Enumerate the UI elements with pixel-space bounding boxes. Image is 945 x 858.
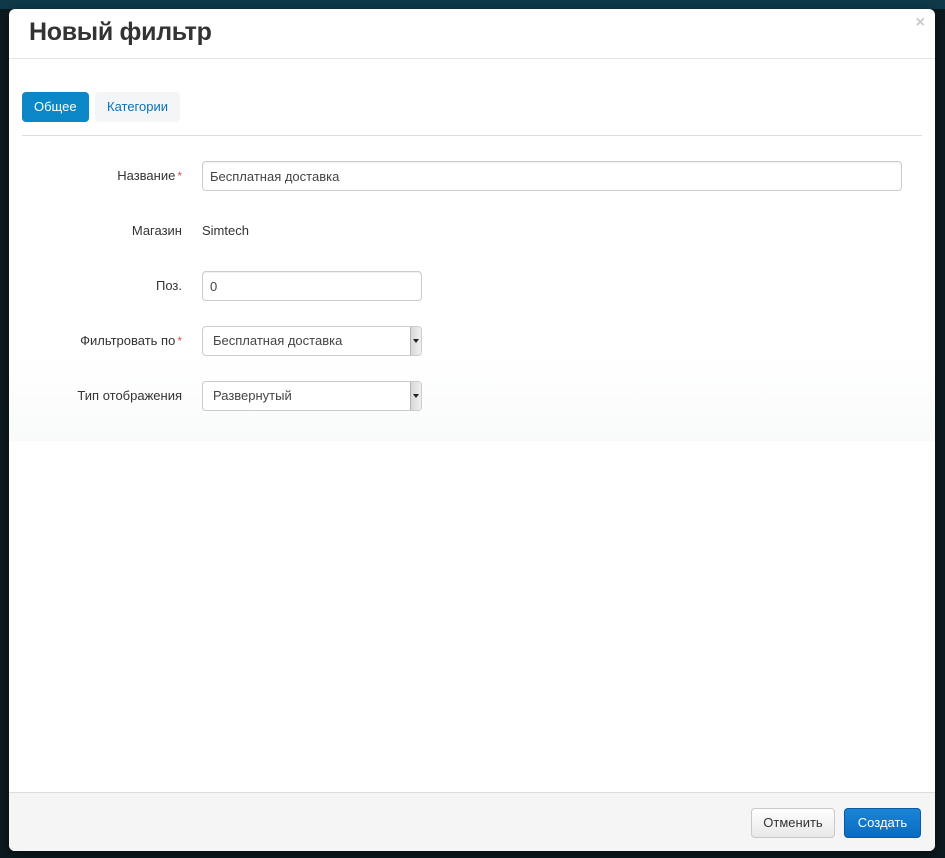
background-topbar bbox=[0, 0, 945, 9]
position-input[interactable] bbox=[202, 271, 422, 301]
display-type-label: Тип отображения bbox=[77, 388, 182, 403]
dialog-title: Новый фильтр bbox=[29, 18, 212, 46]
store-label: Магазин bbox=[131, 223, 182, 238]
dialog-header: Новый фильтр × bbox=[9, 9, 935, 59]
filter-by-label: Фильтровать по * bbox=[80, 326, 182, 356]
filter-by-row: Фильтровать по * Бесплатная доставка bbox=[9, 326, 935, 356]
chevron-down-icon bbox=[410, 382, 421, 410]
position-label: Поз. bbox=[156, 278, 182, 293]
store-row: Магазин Simtech bbox=[9, 216, 935, 246]
filter-by-label-text: Фильтровать по bbox=[80, 333, 176, 348]
display-type-selected: Развернутый bbox=[213, 388, 292, 403]
name-label-text: Название bbox=[117, 168, 176, 183]
close-icon[interactable]: × bbox=[916, 15, 925, 31]
tab-bar: Общее Категории bbox=[22, 92, 922, 136]
filter-by-select[interactable]: Бесплатная доставка bbox=[202, 326, 422, 356]
new-filter-dialog: Новый фильтр × Общее Категории Название *… bbox=[9, 9, 935, 851]
store-value: Simtech bbox=[202, 223, 249, 238]
general-form: Название* Магазин Simtech Поз. Фильтрова… bbox=[9, 149, 935, 441]
filter-by-selected: Бесплатная доставка bbox=[213, 333, 343, 348]
required-mark: * bbox=[177, 334, 182, 348]
display-type-row: Тип отображения Развернутый bbox=[9, 381, 935, 411]
tab-general[interactable]: Общее bbox=[22, 92, 89, 122]
display-type-select[interactable]: Развернутый bbox=[202, 381, 422, 411]
name-row: Название * bbox=[9, 161, 935, 191]
dialog-body: Общее Категории Название* Магазин Simtec… bbox=[9, 59, 935, 792]
dialog-footer: Отменить Создать bbox=[9, 792, 935, 851]
cancel-button[interactable]: Отменить bbox=[751, 808, 835, 838]
tab-categories[interactable]: Категории bbox=[95, 92, 180, 122]
name-input[interactable] bbox=[202, 161, 902, 191]
position-row: Поз. bbox=[9, 271, 935, 301]
create-button[interactable]: Создать bbox=[844, 808, 921, 838]
chevron-down-icon bbox=[410, 327, 421, 355]
required-mark: * bbox=[177, 169, 182, 183]
name-label: Название * bbox=[117, 161, 182, 191]
